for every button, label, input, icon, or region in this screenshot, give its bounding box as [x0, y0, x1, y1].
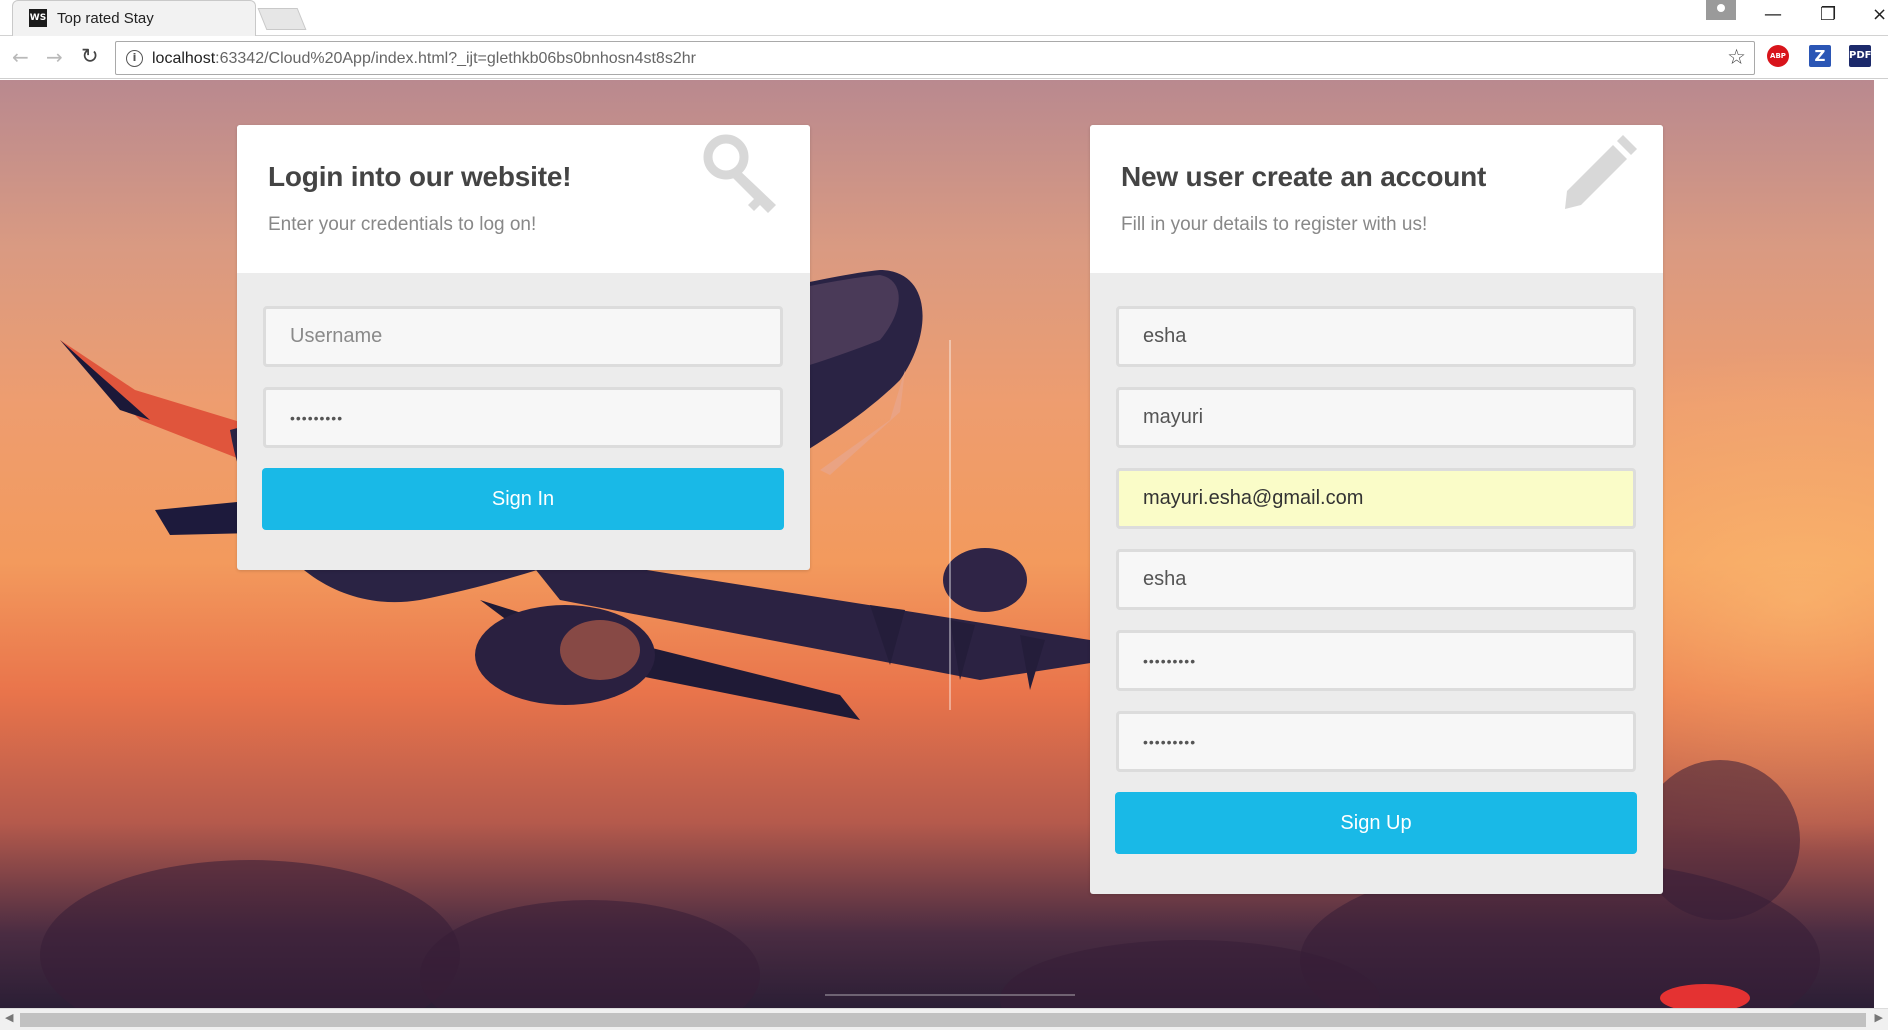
back-arrow-icon[interactable]: ←	[12, 45, 29, 69]
tab-title: Top rated Stay	[57, 10, 154, 27]
browser-tabstrip: WS Top rated Stay — ❐ ×	[0, 0, 1888, 36]
close-window-icon[interactable]: ×	[1872, 4, 1887, 25]
register-card: New user create an account Fill in your …	[1090, 125, 1663, 894]
scroll-left-icon[interactable]: ◀	[5, 1011, 13, 1024]
register-username-input[interactable]	[1116, 549, 1636, 610]
profile-icon[interactable]	[1706, 0, 1736, 20]
z-extension-icon[interactable]: Z	[1809, 45, 1831, 67]
sign-in-button[interactable]: Sign In	[262, 468, 784, 530]
url-host: localhost	[152, 50, 216, 67]
address-bar[interactable]: i localhost:63342/Cloud%20App/index.html…	[115, 41, 1755, 75]
last-name-input[interactable]	[1116, 387, 1636, 448]
scroll-right-icon[interactable]: ▶	[1875, 1011, 1883, 1024]
page-right-edge	[1874, 80, 1888, 1008]
register-card-header: New user create an account Fill in your …	[1090, 125, 1663, 273]
username-input[interactable]	[263, 306, 783, 367]
restore-icon[interactable]: ❐	[1820, 4, 1836, 25]
first-name-input[interactable]	[1116, 306, 1636, 367]
register-title: New user create an account	[1121, 161, 1487, 192]
adblock-extension-icon[interactable]: ABP	[1767, 45, 1789, 67]
confirm-password-input[interactable]	[1116, 711, 1636, 772]
login-subtitle: Enter your credentials to log on!	[268, 214, 537, 235]
webstorm-favicon-icon: WS	[29, 9, 47, 27]
reload-icon[interactable]: ↻	[81, 44, 99, 68]
login-password-input[interactable]	[263, 387, 783, 448]
email-input[interactable]	[1116, 468, 1636, 529]
minimize-icon[interactable]: —	[1764, 4, 1782, 25]
new-tab-button[interactable]	[257, 8, 307, 30]
sign-up-button[interactable]: Sign Up	[1115, 792, 1637, 854]
login-card-header: Login into our website! Enter your crede…	[237, 125, 810, 273]
url-text[interactable]: localhost:63342/Cloud%20App/index.html?_…	[152, 50, 696, 68]
register-subtitle: Fill in your details to register with us…	[1121, 214, 1428, 235]
page-background: Login into our website! Enter your crede…	[0, 80, 1888, 1008]
bookmark-star-icon[interactable]: ☆	[1727, 45, 1746, 69]
site-info-icon[interactable]: i	[126, 50, 143, 67]
horizontal-scrollbar[interactable]: ◀ ▶	[0, 1008, 1888, 1030]
browser-tab[interactable]: WS Top rated Stay	[12, 0, 256, 36]
login-card: Login into our website! Enter your crede…	[237, 125, 810, 570]
scrollbar-thumb[interactable]	[20, 1013, 1866, 1027]
forward-arrow-icon[interactable]: →	[46, 45, 63, 69]
key-icon	[703, 134, 776, 213]
url-path: :63342/Cloud%20App/index.html?_ijt=gleth…	[215, 50, 696, 67]
pdf-extension-icon[interactable]: PDF	[1849, 45, 1871, 67]
login-title: Login into our website!	[268, 161, 572, 192]
browser-toolbar: ← → ↻ i localhost:63342/Cloud%20App/inde…	[0, 37, 1888, 79]
register-password-input[interactable]	[1116, 630, 1636, 691]
pencil-icon	[1565, 135, 1637, 209]
